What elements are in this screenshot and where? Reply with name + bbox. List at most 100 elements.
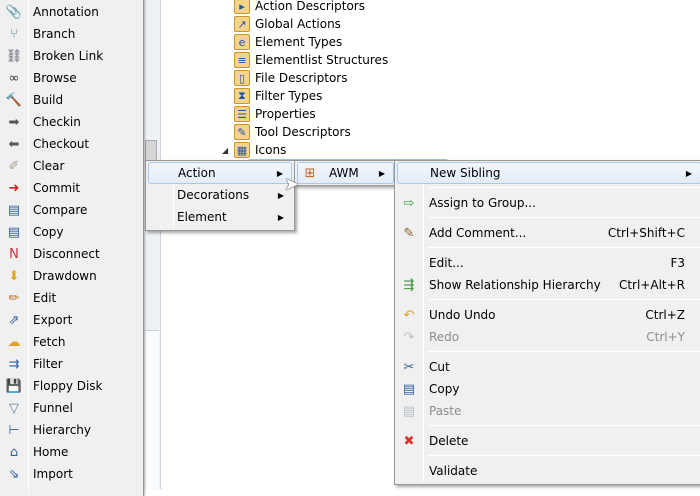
menu-item-delete[interactable]: ✖ Delete [397,430,700,452]
redo-icon: ↷ [403,329,415,345]
menu-item-funnel[interactable]: ▽ Funnel [2,397,141,419]
menu-item-import[interactable]: ⇘ Import [2,463,141,485]
menu-item-floppy-disk[interactable]: 💾 Floppy Disk [2,375,141,397]
tree-item[interactable]: ◢ ▦ Icons [222,141,286,159]
menu-item-label: Add Comment... [429,226,527,240]
menu-item-fetch[interactable]: ☁ Fetch [2,331,141,353]
menu-item-label: Compare [33,203,88,217]
menu-item-disconnect[interactable]: N Disconnect [2,243,141,265]
menu-item-checkout[interactable]: ⬅ Checkout [2,133,141,155]
menu-item-validate[interactable]: Validate [397,460,700,482]
menu-item-action[interactable]: Action ▶ [148,162,292,184]
menu-item-copy[interactable]: ▤ Copy [2,221,141,243]
menu-item-label: Hierarchy [33,423,92,437]
menu-item-redo: ↷ Redo Ctrl+Y [397,326,700,348]
assign-group-icon: ⇨ [403,195,415,211]
delete-icon: ✖ [403,433,415,449]
menu-separator [428,247,700,248]
browse-icon: ∞ [8,70,20,86]
menu-item-label: Validate [429,464,478,478]
menu-item-build[interactable]: 🔨 Build [2,89,141,111]
menu-item-checkin[interactable]: ➡ Checkin [2,111,141,133]
menu-item-browse[interactable]: ∞ Browse [2,67,141,89]
menu-item-annotation[interactable]: 📎 Annotation [2,1,141,23]
hierarchy-icon: ⊢ [8,422,20,438]
menu-separator [428,351,700,352]
tree-item-label: File Descriptors [255,71,348,85]
export-icon: ⇗ [8,312,20,328]
undo-icon: ↶ [403,307,415,323]
disconnect-icon: N [9,246,19,262]
floppy-disk-icon: 💾 [5,378,23,394]
menu-item-commit[interactable]: ➜ Commit [2,177,141,199]
menu-item-element[interactable]: Element ▶ [148,206,292,228]
menu-item-export[interactable]: ⇗ Export [2,309,141,331]
copy-icon: ▤ [7,224,21,240]
menu-item-assign-to-group[interactable]: ⇨ Assign to Group... [397,192,700,214]
folder-action-icon: ▸ [234,0,250,14]
clear-icon: ✐ [8,158,20,174]
tree-item[interactable]: ▸ Action Descriptors [234,0,365,15]
tree-item-label: Action Descriptors [255,0,365,13]
tool-descriptors-icon: ✎ [234,124,250,140]
tree-item[interactable]: e Element Types [234,33,342,51]
context-menu: New Sibling ▶ ⇨ Assign to Group... ✎ Add Comm… [394,160,700,485]
checkin-icon: ➡ [8,114,20,130]
menu-item-drawdown[interactable]: ⬇ Drawdown [2,265,141,287]
tree-item[interactable]: ✎ Tool Descriptors [234,123,351,141]
menu-item-edit[interactable]: Edit... F3 [397,252,700,274]
menu-item-add-comment[interactable]: ✎ Add Comment... Ctrl+Shift+C [397,222,700,244]
menu-item-new-sibling[interactable]: New Sibling ▶ [397,162,700,184]
edit-icon: ✏ [8,290,20,306]
menu-item-compare[interactable]: ▤ Compare [2,199,141,221]
menu-item-hierarchy[interactable]: ⊢ Hierarchy [2,419,141,441]
icons-folder-icon: ▦ [234,142,250,158]
menu-item-label: Cut [429,360,450,374]
menu-item-broken-link[interactable]: ⛓ Broken Link [2,45,141,67]
menu-item-cut[interactable]: ✂ Cut [397,356,700,378]
menu-item-decorations[interactable]: Decorations ▶ [148,184,292,206]
menu-item-label: Element [177,210,227,224]
commit-icon: ➜ [8,180,20,196]
tree-item[interactable]: ☰ Properties [234,105,316,123]
submenu-awm: ⊞ AWM ▶ [294,160,397,186]
mouse-cursor-icon: ➤ [284,174,300,195]
tree-item[interactable]: ↗ Global Actions [234,15,341,33]
menu-separator [428,217,700,218]
menu-item-undo-undo[interactable]: ↶ Undo Undo Ctrl+Z [397,304,700,326]
menu-item-clear[interactable]: ✐ Clear [2,155,141,177]
panel-area [145,330,159,490]
menu-item-label: Export [33,313,73,327]
filter-types-icon: ⧗ [234,88,250,104]
menu-item-label: Home [33,445,69,459]
import-icon: ⇘ [8,466,20,482]
menu-item-label: New Sibling [430,166,501,180]
comment-icon: ✎ [403,225,415,241]
cut-icon: ✂ [403,359,415,375]
menu-item-label: Clear [33,159,65,173]
file-descriptors-icon: ▯ [234,70,250,86]
menu-separator [428,299,700,300]
menu-item-awm[interactable]: ⊞ AWM ▶ [297,162,394,184]
tree-item[interactable]: ⧗ Filter Types [234,87,322,105]
tree-item[interactable]: ▯ File Descriptors [234,69,347,87]
expand-arrow-icon[interactable]: ◢ [222,146,228,155]
submenu-arrow-icon: ▶ [685,168,692,178]
menu-item-branch[interactable]: ⑂ Branch [2,23,141,45]
awm-icon: ⊞ [304,165,316,181]
submenu-categories: Action ▶ Decorations ▶ Element ▶ [145,160,295,231]
menu-item-filter[interactable]: ⇉ Filter [2,353,141,375]
build-icon: 🔨 [5,92,23,108]
tree-item-label: Element Types [255,35,343,49]
menu-item-show-relationship-hierarchy[interactable]: ⇶ Show Relationship Hierarchy Ctrl+Alt+R [397,274,700,296]
menu-item-label: Edit [33,291,57,305]
tree-item-label: Tool Descriptors [255,125,351,139]
menu-item-copy[interactable]: ▤ Copy [397,378,700,400]
menu-item-label: Undo Undo [429,308,496,322]
menu-item-label: Fetch [33,335,66,349]
menu-item-home[interactable]: ⌂ Home [2,441,141,463]
menu-item-edit[interactable]: ✏ Edit [2,287,141,309]
tree-item[interactable]: ≡ Elementlist Structures [234,51,388,69]
drawdown-icon: ⬇ [8,268,20,284]
annotation-icon: 📎 [5,4,23,20]
